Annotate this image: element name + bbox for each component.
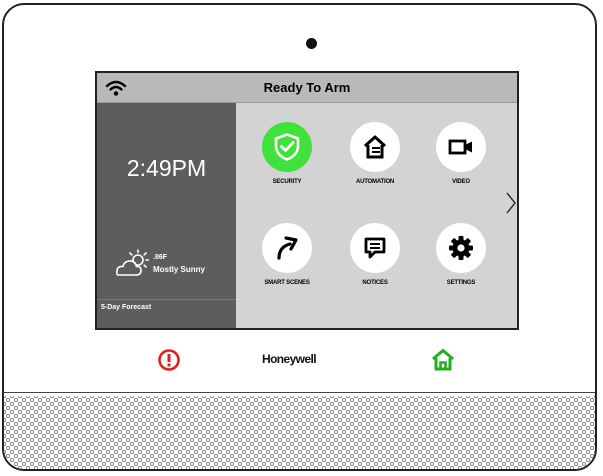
notices-tile-circle[interactable] (350, 223, 400, 273)
speaker-grille (4, 396, 595, 469)
alert-icon[interactable] (157, 348, 181, 372)
video-camera-icon (448, 139, 472, 155)
weather-condition: Mostly Sunny (153, 265, 206, 274)
tile-smart-scenes[interactable]: SMART SCENES (242, 223, 332, 286)
chevron-right-icon[interactable] (505, 191, 517, 215)
info-panel: 2:49PM .86F Mostly Sunny 5-Day Forecast (97, 103, 236, 328)
display-screen: Ready To Arm 2:49PM .86F Mostly Sunny 5-… (95, 71, 519, 330)
arrow-scene-icon (277, 236, 298, 260)
tile-label: SECURITY (272, 179, 302, 185)
tile-label: NOTICES (362, 280, 388, 286)
weather-temperature: .86F (153, 254, 168, 261)
tile-label: VIDEO (452, 179, 470, 185)
partly-sunny-icon (116, 249, 150, 276)
tile-video[interactable]: VIDEO (416, 122, 506, 185)
gear-icon (449, 236, 473, 260)
automation-tile-circle[interactable] (350, 122, 400, 172)
home-automation-icon (363, 135, 387, 159)
app-tiles-grid: SECURITY AUTOMATION VIDEO SMART SCENES N… (236, 103, 517, 328)
touchscreen-device: Ready To Arm 2:49PM .86F Mostly Sunny 5-… (2, 3, 597, 471)
settings-tile-circle[interactable] (436, 223, 486, 273)
tile-label: SMART SCENES (264, 280, 310, 286)
camera-lens (306, 38, 317, 49)
speaker-divider (4, 392, 595, 393)
tile-automation[interactable]: AUTOMATION (330, 122, 420, 185)
message-icon (364, 237, 386, 259)
panel-divider (97, 299, 236, 300)
video-tile-circle[interactable] (436, 122, 486, 172)
tile-label: SETTINGS (446, 280, 476, 286)
tile-label: AUTOMATION (355, 179, 395, 185)
tile-settings[interactable]: SETTINGS (416, 223, 506, 286)
status-bar: Ready To Arm (97, 73, 517, 103)
home-icon[interactable] (431, 348, 455, 372)
tile-security[interactable]: SECURITY (242, 122, 332, 185)
forecast-link[interactable]: 5-Day Forecast (101, 304, 151, 311)
shield-check-icon (274, 133, 300, 161)
tile-notices[interactable]: NOTICES (330, 223, 420, 286)
security-tile-circle[interactable] (262, 122, 312, 172)
smart-scenes-tile-circle[interactable] (262, 223, 312, 273)
arm-status-title: Ready To Arm (263, 80, 351, 95)
brand-logo: Honeywell (262, 352, 317, 366)
clock-time: 2:49PM (126, 155, 207, 181)
